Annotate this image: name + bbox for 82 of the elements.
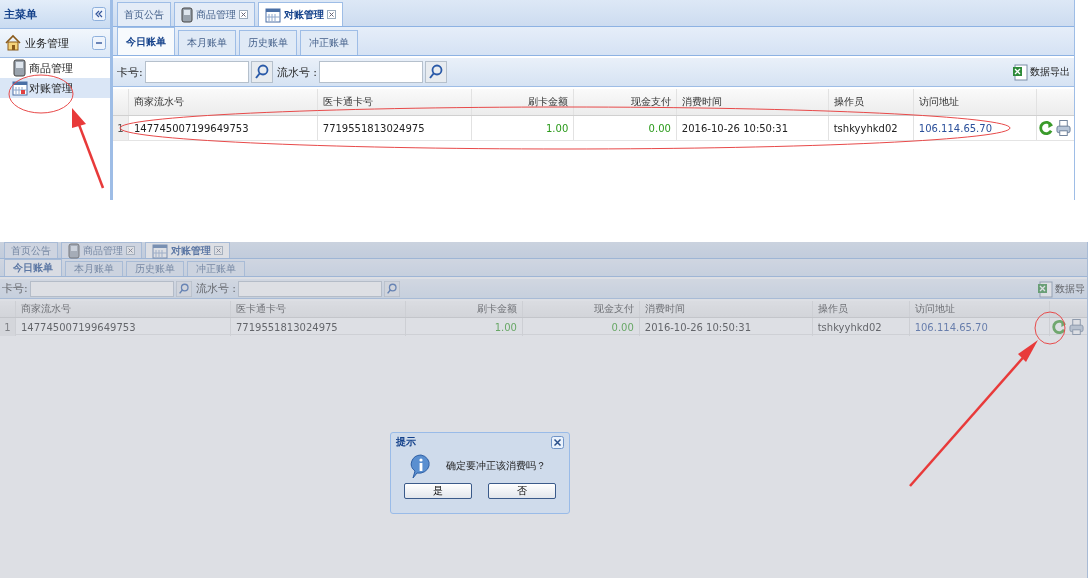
- table-cell: 2016-10-26 10:50:31: [639, 318, 813, 336]
- input-field[interactable]: [144, 61, 249, 83]
- row-number: 1: [113, 116, 129, 140]
- calendar-icon: [265, 6, 281, 23]
- close-icon[interactable]: [327, 10, 336, 19]
- calendar-icon: [12, 80, 28, 96]
- tab[interactable]: 对账管理: [145, 242, 230, 258]
- table-cell: 1.00: [406, 318, 523, 336]
- tab[interactable]: 历史账单: [239, 30, 297, 55]
- dialog-title: 提示: [396, 435, 416, 449]
- search-icon[interactable]: [250, 61, 273, 83]
- phone-icon: [12, 59, 28, 77]
- column-header[interactable]: 操作员: [812, 301, 910, 317]
- column-header[interactable]: 现金支付: [523, 301, 640, 317]
- column-header[interactable]: 消费时间: [639, 301, 813, 317]
- table-cell: tshkyyhkd02: [828, 116, 914, 140]
- printer-icon[interactable]: [1055, 119, 1071, 137]
- field-label: 流水号 :: [276, 64, 317, 80]
- input-field[interactable]: [318, 61, 423, 83]
- column-header[interactable]: 刷卡金额: [471, 89, 575, 115]
- column-header[interactable]: 操作员: [828, 89, 914, 115]
- table-cell: 106.114.65.70: [913, 116, 1037, 140]
- column-header[interactable]: 现金支付: [574, 89, 677, 115]
- column-header[interactable]: 商家流水号: [16, 301, 231, 317]
- tab[interactable]: 今日账单: [4, 259, 62, 276]
- spreadsheet-icon: [1012, 63, 1028, 81]
- annotation-ellipse: [1034, 311, 1066, 345]
- table-cell: 7719551813024975: [317, 116, 472, 140]
- table-cell: 0.00: [574, 116, 677, 140]
- table-cell: 106.114.65.70: [909, 318, 1050, 336]
- tab[interactable]: 冲正账单: [300, 30, 358, 55]
- search-icon[interactable]: [424, 61, 447, 83]
- house-icon: [4, 34, 22, 52]
- column-header[interactable]: 访问地址: [913, 89, 1037, 115]
- column-header[interactable]: 消费时间: [676, 89, 829, 115]
- sidebar-item[interactable]: 对账管理: [0, 78, 110, 98]
- export-button[interactable]: 数据导出: [1012, 63, 1070, 81]
- column-header[interactable]: 刷卡金额: [406, 301, 523, 317]
- tab[interactable]: 本月账单: [178, 30, 236, 55]
- column-header[interactable]: 访问地址: [909, 301, 1050, 317]
- refresh-icon[interactable]: [1051, 319, 1067, 335]
- sidebar-title: 主菜单: [4, 6, 37, 22]
- table-cell: 0.00: [523, 318, 640, 336]
- spreadsheet-icon: [1037, 279, 1053, 298]
- tab[interactable]: 对账管理: [258, 2, 343, 26]
- table-cell: 147745007199649753: [16, 318, 231, 336]
- field-label: 卡号:: [117, 64, 143, 80]
- table-cell: 2016-10-26 10:50:31: [676, 116, 829, 140]
- table-cell: tshkyyhkd02: [812, 318, 910, 336]
- column-header[interactable]: 医卡通卡号: [317, 89, 472, 115]
- group-header[interactable]: 业务管理: [0, 29, 110, 58]
- input-field[interactable]: [29, 280, 174, 297]
- table-cell: 147745007199649753: [129, 116, 318, 140]
- export-button[interactable]: 数据导: [1037, 279, 1085, 298]
- search-icon[interactable]: [175, 280, 192, 297]
- annotation-ellipse: [8, 74, 74, 114]
- field-label: 卡号:: [2, 281, 28, 296]
- dialog-message: 确定要冲正该消费吗？: [446, 459, 546, 473]
- input-field[interactable]: [237, 280, 382, 297]
- column-header[interactable]: 医卡通卡号: [230, 301, 407, 317]
- search-icon[interactable]: [383, 280, 400, 297]
- collapse-icon[interactable]: [92, 7, 106, 21]
- dialog-button[interactable]: 否: [488, 483, 556, 499]
- collapse-icon[interactable]: [92, 36, 106, 50]
- field-label: 流水号 :: [195, 281, 236, 296]
- printer-icon[interactable]: [1068, 318, 1084, 336]
- refresh-icon[interactable]: [1038, 120, 1054, 136]
- row-number: 1: [0, 318, 16, 336]
- table-cell: 1.00: [471, 116, 575, 140]
- phone-icon: [68, 242, 80, 259]
- close-icon[interactable]: [551, 435, 564, 449]
- tab[interactable]: 商品管理: [174, 2, 255, 26]
- phone-icon: [181, 6, 193, 23]
- dialog-button[interactable]: 是: [404, 483, 472, 499]
- tab[interactable]: 今日账单: [117, 27, 175, 55]
- group-label: 业务管理: [25, 35, 70, 51]
- column-header[interactable]: 商家流水号: [129, 89, 318, 115]
- tab[interactable]: 首页公告: [117, 2, 171, 26]
- table-cell: 7719551813024975: [230, 318, 407, 336]
- calendar-icon: [152, 242, 168, 259]
- sidebar-item[interactable]: 商品管理: [0, 58, 110, 78]
- close-icon[interactable]: [239, 10, 248, 19]
